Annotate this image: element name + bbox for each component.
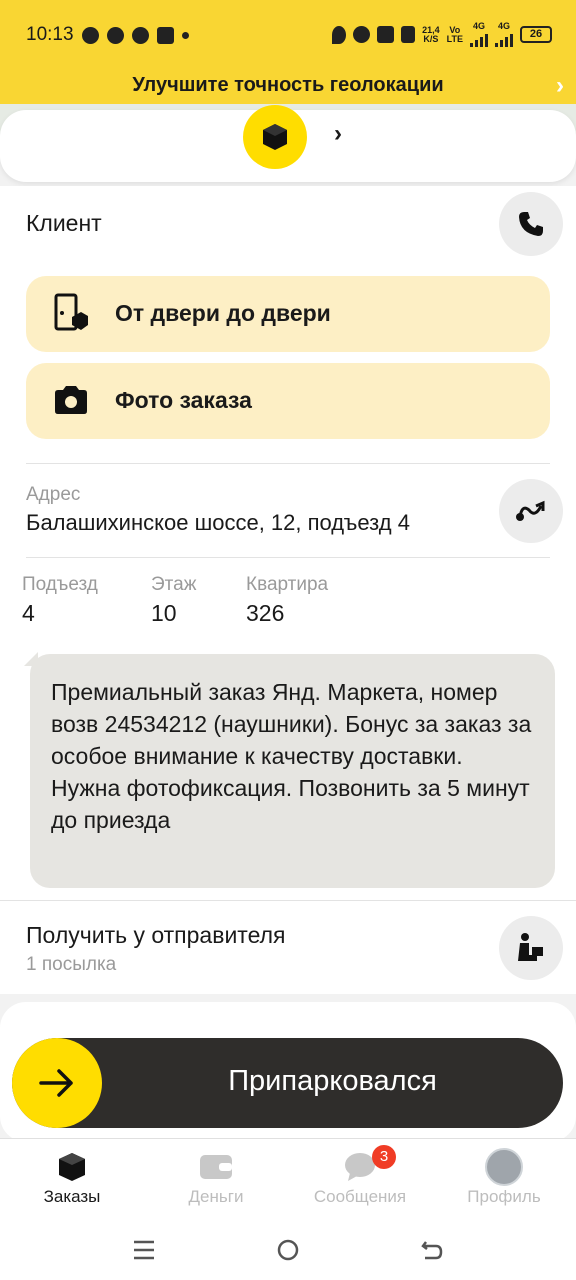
floor-value: 10: [151, 600, 177, 626]
mute-icon: [401, 26, 416, 43]
order-details: Клиент От двери до двери Фото заказа Адр…: [0, 186, 576, 994]
address-label: Адрес: [26, 484, 81, 505]
chevron-right-icon[interactable]: ›: [334, 120, 342, 148]
whatsapp-icon: [81, 26, 99, 44]
apartment-label: Квартира: [246, 574, 329, 595]
geolocation-banner[interactable]: Улучшите точность геолокации ›: [0, 70, 576, 104]
apartment-value: 326: [246, 600, 285, 626]
tab-messages-label: Сообщения: [313, 1187, 407, 1206]
more-notifications-icon: [181, 31, 189, 39]
entrance-label: Подъезд: [22, 574, 98, 595]
net-speed: 21,4 K/S: [422, 24, 440, 44]
tab-money-label: Деньги: [188, 1187, 244, 1206]
chevron-right-icon: ›: [556, 72, 564, 99]
entrance-value: 4: [22, 600, 35, 626]
volte-indicator: Vo LTE: [446, 24, 463, 44]
signal-bars-icon: [495, 31, 513, 47]
app-notification-icon: [131, 26, 149, 44]
order-comment: Премиальный заказ Янд. Маркета, номер во…: [30, 654, 555, 888]
signal-bars-icon: [470, 31, 488, 47]
alarm-icon: [353, 26, 371, 43]
order-header-card[interactable]: ›: [0, 105, 576, 182]
status-bar: 10:13 21,4 K/S Vo LTE 4G 4G 26: [0, 0, 576, 70]
nfc-icon: [377, 26, 395, 43]
back-icon[interactable]: [412, 1230, 452, 1270]
message-notification-icon: [156, 26, 174, 44]
tab-messages[interactable]: 3 Сообщения: [288, 1145, 432, 1207]
address-value[interactable]: Балашихинское шоссе, 12, подъезд 4: [26, 510, 410, 536]
telegram-icon: [106, 26, 124, 44]
avatar: [485, 1148, 523, 1186]
pickup-title: Получить у отправителя: [26, 922, 286, 948]
signal-1: 4G: [470, 22, 488, 47]
order-photo-button[interactable]: Фото заказа: [26, 363, 550, 439]
tab-profile-label: Профиль: [467, 1187, 541, 1206]
tab-orders-label: Заказы: [43, 1187, 101, 1206]
orders-icon: [0, 1149, 144, 1185]
status-time: 10:13: [26, 24, 74, 45]
menu-icon[interactable]: [124, 1230, 164, 1270]
system-navigation-bar: [0, 1212, 576, 1280]
camera-icon: [50, 379, 92, 421]
battery-indicator: 26: [520, 26, 552, 43]
route-icon: [516, 500, 545, 521]
door-box-icon: [50, 292, 92, 334]
bottom-tab-bar: Заказы Деньги 3 Сообщения Профиль: [0, 1138, 576, 1212]
messages-badge: 3: [372, 1145, 396, 1169]
arrow-right-icon: [39, 1069, 73, 1097]
home-icon[interactable]: [268, 1230, 308, 1270]
slider-handle[interactable]: [12, 1038, 102, 1128]
door-to-door-label: От двери до двери: [115, 300, 331, 326]
divider: [26, 557, 550, 558]
divider: [0, 900, 576, 901]
order-comment-text: Премиальный заказ Янд. Маркета, номер во…: [51, 679, 532, 833]
sender-button[interactable]: [499, 916, 563, 980]
yandex-delivery-logo-icon: [243, 105, 307, 169]
pickup-subtitle: 1 посылка: [26, 954, 117, 975]
door-to-door-button[interactable]: От двери до двери: [26, 276, 550, 352]
chat-icon: 3: [288, 1145, 432, 1185]
tab-profile[interactable]: Профиль: [432, 1148, 576, 1207]
divider: [26, 463, 550, 464]
wallet-icon: [144, 1149, 288, 1185]
geolocation-banner-text: Улучшите точность геолокации: [132, 74, 444, 96]
tab-money[interactable]: Деньги: [144, 1149, 288, 1207]
floor-label: Этаж: [151, 574, 197, 595]
person-parcel-icon: [518, 933, 543, 961]
parked-slider-button[interactable]: Припарковался: [12, 1038, 563, 1128]
location-icon: [332, 25, 347, 44]
client-label: Клиент: [26, 210, 102, 236]
parked-label: Припарковался: [228, 1065, 437, 1097]
phone-icon: [519, 212, 543, 236]
call-client-button[interactable]: [499, 192, 563, 256]
route-button[interactable]: [499, 479, 563, 543]
signal-2: 4G: [495, 22, 513, 47]
order-photo-label: Фото заказа: [115, 387, 252, 413]
tab-orders[interactable]: Заказы: [0, 1149, 144, 1207]
